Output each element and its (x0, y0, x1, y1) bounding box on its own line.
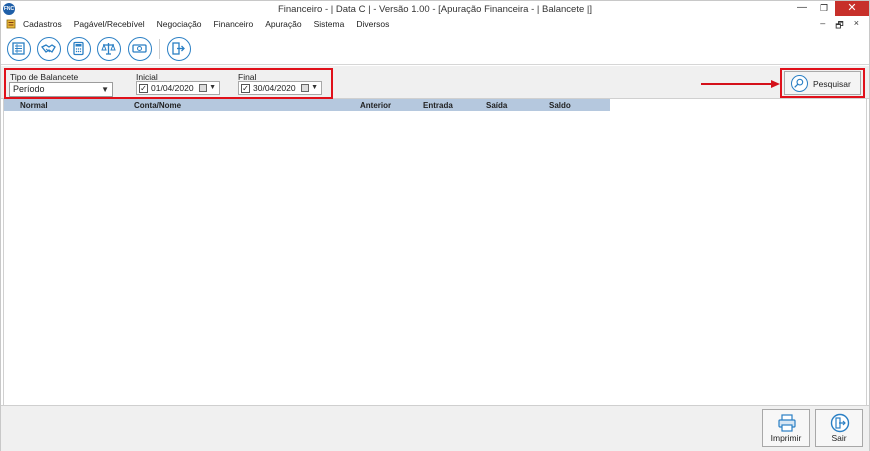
menu-bar: Cadastros Pagável/Recebível Negociação F… (1, 17, 869, 31)
column-header-conta-nome[interactable]: Conta/Nome (134, 101, 181, 110)
maximize-button[interactable]: ❐ (813, 1, 835, 16)
printer-icon (778, 414, 796, 432)
chevron-down-icon[interactable]: ▼ (311, 82, 318, 94)
mdi-minimize-button[interactable]: – (820, 18, 825, 34)
exit-button-label: Sair (831, 433, 847, 443)
menu-diversos[interactable]: Diversos (356, 19, 395, 29)
inicial-date-value: 01/04/2020 (151, 83, 194, 93)
menu-cadastros[interactable]: Cadastros (23, 19, 68, 29)
grid-header: Normal Conta/Nome Anterior Entrada Saída… (4, 99, 610, 111)
inicial-date-picker[interactable]: ✓ 01/04/2020 ▼ (136, 81, 220, 95)
close-button[interactable]: ✕ (835, 1, 869, 16)
mdi-controls: – 🗗 × (820, 18, 859, 34)
toolbar-exit-button[interactable] (167, 37, 191, 61)
window-title: Financeiro - | Data C | - Versão 1.00 - … (277, 4, 593, 15)
final-date-value: 30/04/2020 (253, 83, 296, 93)
calendar-icon[interactable] (301, 84, 309, 92)
app-window: FNC Financeiro - | Data C | - Versão 1.0… (0, 0, 870, 451)
scale-icon (101, 43, 116, 55)
final-date-picker[interactable]: ✓ 30/04/2020 ▼ (238, 81, 322, 95)
tipo-balancete-select[interactable]: Período ▼ (9, 82, 113, 97)
column-header-normal[interactable]: Normal (20, 101, 48, 110)
calculator-icon (73, 41, 84, 56)
search-button[interactable]: Pesquisar (784, 71, 861, 95)
column-header-saldo[interactable]: Saldo (549, 101, 571, 110)
column-header-entrada[interactable]: Entrada (423, 101, 453, 110)
exit-icon (172, 42, 185, 55)
annotation-arrow-line (701, 83, 773, 85)
toolbar-separator (159, 39, 160, 59)
tipo-balancete-value: Período (13, 84, 45, 94)
search-icon (791, 75, 808, 92)
column-header-anterior[interactable]: Anterior (360, 101, 391, 110)
toolbar-balance-button[interactable] (97, 37, 121, 61)
title-bar: FNC Financeiro - | Data C | - Versão 1.0… (1, 1, 869, 17)
footer-bar: Imprimir Sair (1, 405, 869, 451)
mdi-close-button[interactable]: × (854, 18, 859, 34)
toolbar-calculator-button[interactable] (67, 37, 91, 61)
list-icon (12, 42, 25, 55)
toolbar-list-button[interactable] (7, 37, 31, 61)
money-icon (132, 44, 147, 53)
column-header-saida[interactable]: Saída (486, 101, 507, 110)
print-button[interactable]: Imprimir (762, 409, 810, 447)
tipo-balancete-label: Tipo de Balancete (10, 72, 79, 82)
minimize-button[interactable]: — (791, 1, 813, 16)
annotation-arrow-head (771, 80, 780, 88)
chevron-down-icon: ▼ (101, 85, 109, 94)
mdi-restore-button[interactable]: 🗗 (835, 18, 843, 34)
results-grid[interactable]: Normal Conta/Nome Anterior Entrada Saída… (3, 99, 867, 405)
search-button-label: Pesquisar (813, 79, 851, 89)
mdi-document-icon[interactable] (6, 19, 16, 29)
toolbar (1, 33, 869, 65)
menu-sistema[interactable]: Sistema (314, 19, 351, 29)
menu-items: Cadastros Pagável/Recebível Negociação F… (23, 19, 401, 29)
handshake-icon (41, 44, 56, 53)
menu-financeiro[interactable]: Financeiro (214, 19, 260, 29)
final-checkbox[interactable]: ✓ (241, 84, 250, 93)
calendar-icon[interactable] (199, 84, 207, 92)
menu-negociacao[interactable]: Negociação (157, 19, 208, 29)
menu-apuracao[interactable]: Apuração (265, 19, 307, 29)
print-button-label: Imprimir (770, 433, 802, 443)
toolbar-negotiation-button[interactable] (37, 37, 61, 61)
chevron-down-icon[interactable]: ▼ (209, 82, 216, 94)
menu-pagavel-recebivel[interactable]: Pagável/Recebível (74, 19, 151, 29)
toolbar-money-button[interactable] (128, 37, 152, 61)
exit-button[interactable]: Sair (815, 409, 863, 447)
inicial-checkbox[interactable]: ✓ (139, 84, 148, 93)
exit-icon (830, 413, 850, 433)
